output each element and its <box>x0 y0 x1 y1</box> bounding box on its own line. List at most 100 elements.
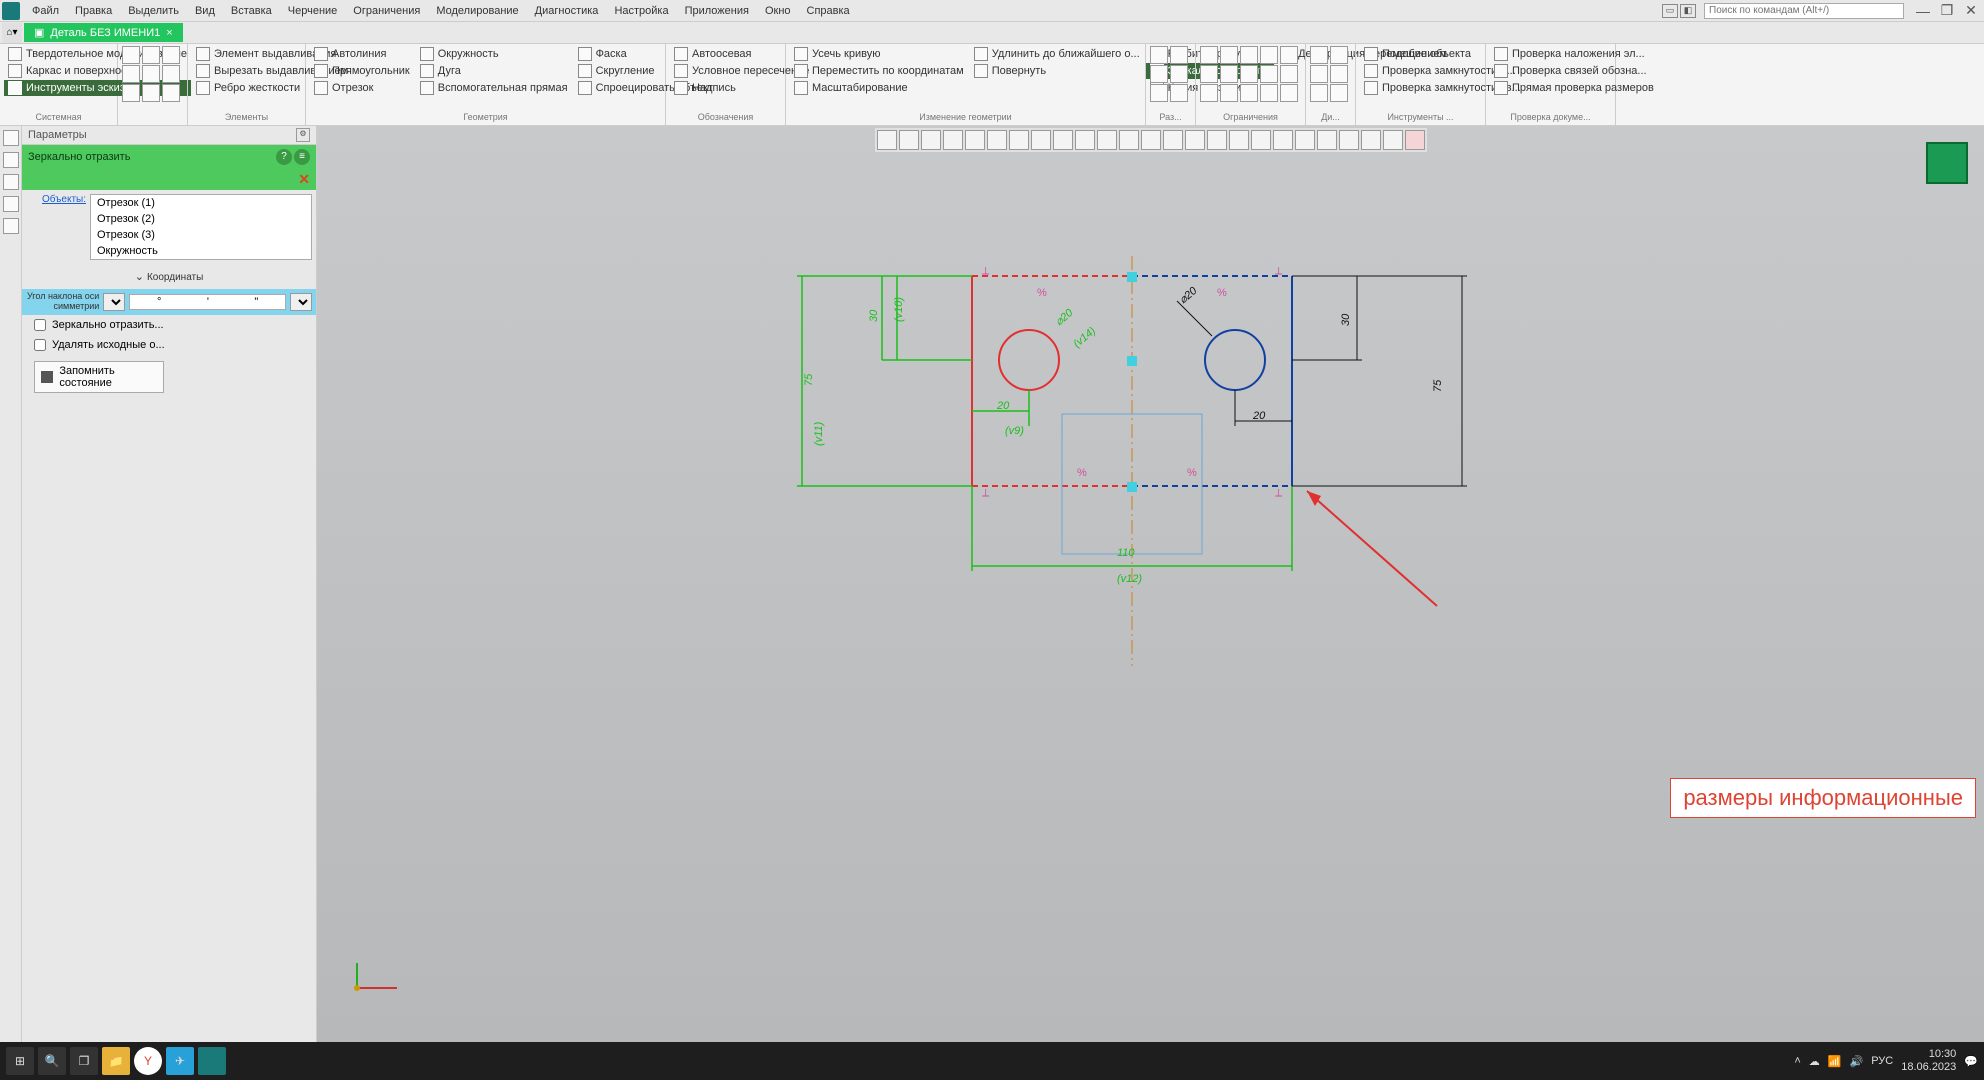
objects-label[interactable]: Объекты: <box>26 194 86 205</box>
rb-dim-check[interactable]: Прямая проверка размеров <box>1490 80 1658 96</box>
command-search-input[interactable] <box>1704 3 1904 19</box>
rb-rotate[interactable]: Повернуть <box>970 63 1144 79</box>
qa-ic-9[interactable] <box>162 84 180 102</box>
raz-ic-6[interactable] <box>1170 84 1188 102</box>
rb-rectangle[interactable]: Прямоугольник <box>310 63 414 79</box>
ogr-ic-3[interactable] <box>1240 46 1258 64</box>
menu-window[interactable]: Окно <box>757 3 799 19</box>
rb-extend[interactable]: Удлинить до ближайшего о... <box>970 46 1144 62</box>
ogr-ic-8[interactable] <box>1240 65 1258 83</box>
menu-insert[interactable]: Вставка <box>223 3 280 19</box>
dia-ic-4[interactable] <box>1330 65 1348 83</box>
angle-dms-input[interactable]: °'" <box>129 294 286 310</box>
window-close[interactable]: ✕ <box>1960 2 1982 19</box>
dia-ic-5[interactable] <box>1310 84 1328 102</box>
rb-segment[interactable]: Отрезок <box>310 80 414 96</box>
raz-ic-3[interactable] <box>1150 65 1168 83</box>
qa-ic-3[interactable] <box>162 46 180 64</box>
ogr-ic-5[interactable] <box>1280 46 1298 64</box>
delete-source-checkbox[interactable] <box>34 339 46 351</box>
raz-ic-1[interactable] <box>1150 46 1168 64</box>
tray-sound-icon[interactable]: 🔊 <box>1850 1055 1864 1068</box>
ogr-ic-4[interactable] <box>1260 46 1278 64</box>
taskview-button[interactable]: ❐ <box>70 1047 98 1075</box>
tray-cloud-icon[interactable]: ☁ <box>1809 1055 1820 1068</box>
menu-file[interactable]: Файл <box>24 3 67 19</box>
tray-lang[interactable]: РУС <box>1871 1055 1893 1067</box>
objects-list[interactable]: Отрезок (1) Отрезок (2) Отрезок (3) Окру… <box>90 194 312 260</box>
qa-ic-7[interactable] <box>122 84 140 102</box>
raz-ic-2[interactable] <box>1170 46 1188 64</box>
ogr-ic-14[interactable] <box>1260 84 1278 102</box>
ogr-ic-10[interactable] <box>1280 65 1298 83</box>
rail-icon-5[interactable] <box>3 218 19 234</box>
rb-circle[interactable]: Окружность <box>416 46 572 62</box>
system-tray[interactable]: ˄ ☁ 📶 🔊 РУС 10:3018.06.2023 💬 <box>1794 1048 1978 1074</box>
search-button[interactable]: 🔍 <box>38 1047 66 1075</box>
yandex-icon[interactable]: Y <box>134 1047 162 1075</box>
rb-scale[interactable]: Масштабирование <box>790 80 968 96</box>
rb-overlay-check[interactable]: Проверка наложения эл... <box>1490 46 1658 62</box>
save-state-button[interactable]: Запомнить состояние <box>34 361 164 393</box>
raz-ic-4[interactable] <box>1170 65 1188 83</box>
list-item[interactable]: Отрезок (3) <box>91 227 311 243</box>
list-item[interactable]: Окружность <box>91 243 311 259</box>
ogr-ic-11[interactable] <box>1200 84 1218 102</box>
command-tree-icon[interactable]: ≡ <box>294 149 310 165</box>
ogr-ic-6[interactable] <box>1200 65 1218 83</box>
menu-constraints[interactable]: Ограничения <box>345 3 428 19</box>
rail-icon-1[interactable] <box>3 130 19 146</box>
angle-unit-select[interactable] <box>290 293 312 311</box>
qa-ic-8[interactable] <box>142 84 160 102</box>
dia-ic-3[interactable] <box>1310 65 1328 83</box>
doc-tab-close[interactable]: × <box>166 27 172 39</box>
telegram-icon[interactable]: ✈ <box>166 1047 194 1075</box>
window-restore[interactable]: ❐ <box>1936 2 1958 19</box>
qa-ic-1[interactable] <box>122 46 140 64</box>
tray-notifications-icon[interactable]: 💬 <box>1964 1055 1978 1068</box>
menu-edit[interactable]: Правка <box>67 3 120 19</box>
menu-draw[interactable]: Черчение <box>280 3 346 19</box>
rb-link-check[interactable]: Проверка связей обозна... <box>1490 63 1658 79</box>
list-item[interactable]: Отрезок (1) <box>91 195 311 211</box>
ogr-ic-15[interactable] <box>1280 84 1298 102</box>
window-minimize[interactable]: — <box>1912 3 1934 19</box>
explorer-icon[interactable]: 📁 <box>102 1047 130 1075</box>
menu-diagnostics[interactable]: Диагностика <box>527 3 607 19</box>
ogr-ic-9[interactable] <box>1260 65 1278 83</box>
home-tab-button[interactable]: ⌂▾ <box>2 23 22 43</box>
panel-settings-icon[interactable]: ⚙ <box>296 128 310 142</box>
menu-help[interactable]: Справка <box>799 3 858 19</box>
qa-ic-4[interactable] <box>122 65 140 83</box>
document-tab[interactable]: ▣ Деталь БЕЗ ИМЕНИ1 × <box>24 23 183 42</box>
qa-ic-6[interactable] <box>162 65 180 83</box>
rail-icon-fx[interactable] <box>3 196 19 212</box>
rb-autoline[interactable]: Автолиния <box>310 46 414 62</box>
command-close-icon[interactable]: ✕ <box>298 171 310 187</box>
ogr-ic-1[interactable] <box>1200 46 1218 64</box>
angle-mode-select[interactable] <box>103 293 125 311</box>
ogr-ic-13[interactable] <box>1240 84 1258 102</box>
qa-ic-5[interactable] <box>142 65 160 83</box>
rb-move[interactable]: Переместить по координатам <box>790 63 968 79</box>
ogr-ic-2[interactable] <box>1220 46 1238 64</box>
rb-aux-line[interactable]: Вспомогательная прямая <box>416 80 572 96</box>
dia-ic-6[interactable] <box>1330 84 1348 102</box>
taskbar-clock[interactable]: 10:3018.06.2023 <box>1901 1048 1956 1074</box>
layout-icon-1[interactable]: ▭ <box>1662 4 1678 18</box>
rail-icon-3[interactable] <box>3 174 19 190</box>
coordinates-section-toggle[interactable]: Координаты <box>22 264 316 289</box>
ogr-ic-12[interactable] <box>1220 84 1238 102</box>
mirror-checkbox[interactable] <box>34 319 46 331</box>
list-item[interactable]: Отрезок (2) <box>91 211 311 227</box>
qa-ic-2[interactable] <box>142 46 160 64</box>
dia-ic-2[interactable] <box>1330 46 1348 64</box>
rb-trim[interactable]: Усечь кривую <box>790 46 968 62</box>
menu-apps[interactable]: Приложения <box>677 3 757 19</box>
tray-wifi-icon[interactable]: 📶 <box>1828 1055 1842 1068</box>
command-help-icon[interactable]: ? <box>276 149 292 165</box>
kompas-icon[interactable] <box>198 1047 226 1075</box>
layout-icon-2[interactable]: ◧ <box>1680 4 1696 18</box>
menu-select[interactable]: Выделить <box>120 3 187 19</box>
tray-up-icon[interactable]: ˄ <box>1794 1055 1800 1067</box>
